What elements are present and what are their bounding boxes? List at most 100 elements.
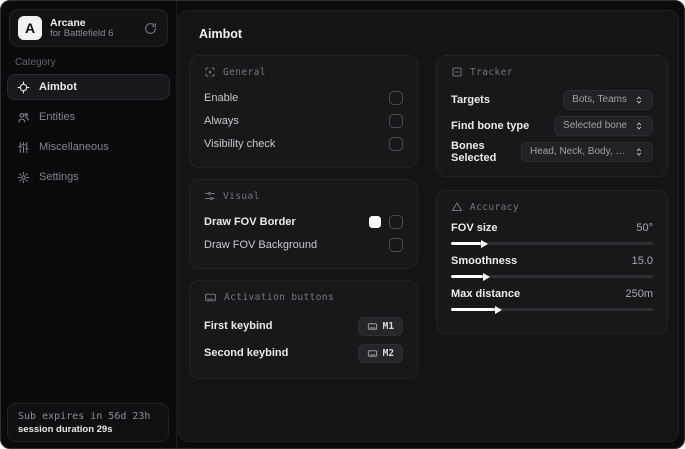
general-card-title: General [223, 66, 266, 78]
sidebar-item-label: Aimbot [39, 81, 77, 93]
setting-label: Find bone type [451, 119, 530, 132]
brand-card: A Arcane for Battlefield 6 [9, 9, 168, 47]
fov-size-value: 50° [636, 222, 653, 234]
subscription-status-card: Sub expires in 56d 23h session duration … [7, 403, 169, 442]
category-label: Category [15, 57, 56, 68]
page-title: Aimbot [199, 27, 243, 41]
bones-selected-dropdown[interactable]: Head, Neck, Body, Pe.. [521, 141, 653, 162]
setting-row-find-bone-type: Find bone type Selected bone [451, 113, 653, 138]
second-keybind-button[interactable]: M2 [357, 343, 404, 363]
setting-label: First keybind [204, 320, 273, 332]
entities-icon [17, 111, 30, 124]
keybind-value: M2 [382, 347, 395, 359]
setting-label: Smoothness [451, 255, 518, 267]
dropdown-value: Bots, Teams [572, 94, 627, 105]
refresh-icon[interactable] [141, 19, 159, 37]
setting-label: Always [204, 115, 239, 127]
setting-row-bones-selected: Bones Selected Head, Neck, Body, Pe.. [451, 139, 653, 164]
activation-buttons-card: Activation buttons First keybind M1 Seco… [189, 280, 419, 379]
sliders-icon [204, 190, 216, 202]
slider-thumb[interactable] [481, 239, 489, 248]
brand-logo: A [18, 16, 42, 40]
fov-border-color-swatch[interactable] [369, 216, 382, 228]
enable-checkbox[interactable] [389, 91, 404, 105]
main-panel: Aimbot General Enable Always Visibility … [178, 10, 679, 442]
slider-thumb[interactable] [495, 305, 503, 314]
keyboard-icon [204, 291, 217, 304]
sidebar-item-aimbot[interactable]: Aimbot [7, 74, 170, 100]
dropdown-value: Selected bone [563, 120, 627, 131]
scan-icon [204, 66, 216, 78]
sidebar-item-label: Settings [39, 171, 79, 183]
setting-row-targets: Targets Bots, Teams [451, 87, 653, 112]
sidebar: A Arcane for Battlefield 6 Category Aimb… [1, 1, 177, 448]
setting-label: Max distance [451, 288, 521, 300]
app-window: A Arcane for Battlefield 6 Category Aimb… [0, 0, 685, 449]
sliders-vertical-icon [17, 141, 30, 154]
setting-row-visibility-check: Visibility check [204, 133, 404, 155]
fov-size-slider[interactable] [451, 239, 653, 248]
slider-fill [451, 239, 489, 248]
sidebar-item-label: Entities [39, 111, 76, 123]
smoothness-value: 15.0 [631, 255, 653, 267]
app-title: Arcane [50, 16, 86, 29]
draw-fov-background-checkbox[interactable] [389, 238, 404, 252]
visual-card-title: Visual [223, 190, 260, 202]
dropdown-value: Head, Neck, Body, Pe.. [530, 146, 627, 157]
sidebar-item-entities[interactable]: Entities [7, 104, 170, 130]
box-minus-icon [451, 66, 463, 78]
setting-label: Draw FOV Background [204, 239, 318, 251]
slider-thumb[interactable] [483, 272, 491, 281]
sidebar-nav: Aimbot Entities Miscellaneous Settings [1, 74, 176, 190]
keybind-value: M1 [382, 320, 395, 332]
setting-row-draw-fov-background: Draw FOV Background [204, 234, 404, 256]
triangle-icon [451, 201, 463, 213]
chevron-up-down-icon [634, 95, 644, 105]
setting-label: Visibility check [204, 138, 276, 150]
max-distance-slider[interactable] [451, 305, 653, 314]
slider-fill [451, 305, 503, 314]
setting-row-always: Always [204, 110, 404, 132]
setting-label: Second keybind [204, 347, 289, 359]
setting-row-max-distance: Max distance 250m [451, 288, 653, 314]
max-distance-value: 250m [625, 288, 653, 300]
visual-card: Visual Draw FOV Border Draw FOV Backgrou… [189, 179, 419, 269]
find-bone-type-dropdown[interactable]: Selected bone [554, 115, 653, 136]
setting-label: Targets [451, 93, 490, 106]
setting-label: FOV size [451, 222, 498, 234]
keyboard-icon [367, 348, 378, 359]
setting-row-fov-size: FOV size 50° [451, 222, 653, 248]
sidebar-item-label: Miscellaneous [39, 141, 109, 153]
app-subtitle: for Battlefield 6 [50, 27, 114, 39]
accuracy-card-title: Accuracy [470, 201, 520, 213]
crosshair-icon [17, 81, 30, 94]
setting-row-first-keybind: First keybind M1 [204, 313, 404, 339]
sub-expiry-text: Sub expires in 56d 23h [18, 410, 151, 422]
sidebar-item-miscellaneous[interactable]: Miscellaneous [7, 134, 170, 160]
setting-row-smoothness: Smoothness 15.0 [451, 255, 653, 281]
smoothness-slider[interactable] [451, 272, 653, 281]
accuracy-card: Accuracy FOV size 50° Smoothness 15.0 Ma… [436, 190, 668, 334]
slider-fill [451, 272, 491, 281]
always-checkbox[interactable] [389, 114, 404, 128]
activation-card-title: Activation buttons [224, 292, 335, 303]
draw-fov-border-checkbox[interactable] [389, 215, 404, 229]
chevron-up-down-icon [634, 121, 644, 131]
keyboard-icon [367, 321, 378, 332]
session-duration-text: session duration 29s [18, 423, 113, 435]
setting-label: Draw FOV Border [204, 216, 296, 228]
setting-row-second-keybind: Second keybind M2 [204, 340, 404, 366]
general-card: General Enable Always Visibility check [189, 55, 419, 168]
setting-row-enable: Enable [204, 87, 404, 109]
first-keybind-button[interactable]: M1 [357, 316, 404, 336]
gear-icon [17, 171, 30, 184]
tracker-card: Tracker Targets Bots, Teams Find bone ty… [436, 55, 668, 177]
setting-label: Bones Selected [451, 139, 497, 164]
setting-label: Enable [204, 92, 239, 104]
visibility-check-checkbox[interactable] [389, 137, 404, 151]
setting-row-draw-fov-border: Draw FOV Border [204, 211, 404, 233]
targets-dropdown[interactable]: Bots, Teams [563, 89, 653, 110]
chevron-up-down-icon [634, 147, 644, 157]
tracker-card-title: Tracker [470, 66, 513, 78]
sidebar-item-settings[interactable]: Settings [7, 164, 170, 190]
